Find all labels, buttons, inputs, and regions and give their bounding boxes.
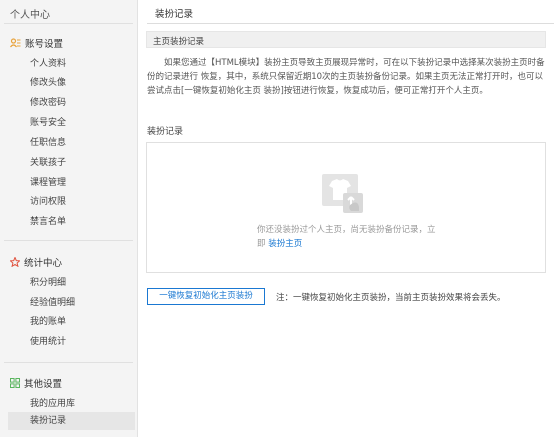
group-account-settings[interactable]: 账号设置 [10,36,63,50]
description-text: 如果您通过【HTML模块】装扮主页导致主页展现异常时，可在以下装扮记录中选择某次… [147,58,545,96]
sidebar-item-app-library[interactable]: 我的应用库 [30,396,75,409]
group-label: 其他设置 [24,379,63,390]
group-other-settings[interactable]: 其他设置 [10,376,62,390]
restore-default-button[interactable]: 一键恢复初始化主页装扮 [147,288,265,305]
user-settings-icon [10,38,21,48]
sidebar-item-security[interactable]: 账号安全 [30,115,66,128]
sidebar-divider [4,23,133,24]
sidebar-item-access[interactable]: 访问权限 [30,194,66,207]
sidebar-item-profile[interactable]: 个人资料 [30,56,66,69]
main-content: 装扮记录 主页装扮记录 如果您通过【HTML模块】装扮主页导致主页展现异常时，可… [139,0,554,437]
sidebar-title: 个人中心 [10,10,50,21]
page-header: 装扮记录 [147,0,554,24]
sidebar-item-bills[interactable]: 我的账单 [30,314,66,327]
sidebar-item-children[interactable]: 关联孩子 [30,155,66,168]
sidebar-divider [4,240,133,241]
sidebar-item-dress-records[interactable]: 装扮记录 [8,412,135,430]
sidebar-item-experience[interactable]: 经验值明细 [30,295,75,308]
dress-homepage-link[interactable]: 装扮主页 [268,239,302,249]
empty-state-message: 你还没装扮过个人主页，尚无装扮备份记录，立即 装扮主页 [257,223,437,251]
grid-icon [10,378,20,388]
sidebar-item-points[interactable]: 积分明细 [30,275,66,288]
records-label: 装扮记录 [147,127,184,137]
sidebar-item-usage[interactable]: 使用统计 [30,334,66,347]
section-title: 主页装扮记录 [153,37,205,47]
sidebar-item-job-info[interactable]: 任职信息 [30,135,66,148]
records-empty-state: 你还没装扮过个人主页，尚无装扮备份记录，立即 装扮主页 [146,142,546,273]
sidebar-item-courses[interactable]: 课程管理 [30,175,66,188]
restore-note: 注：一键恢复初始化主页装扮，当前主页装扮效果将会丢失。 [276,293,506,303]
sidebar-divider [4,362,133,363]
sidebar: 个人中心 账号设置 个人资料 修改头像 修改密码 账号安全 任职信息 关联孩子 … [0,0,138,437]
empty-shirt-icon [322,174,363,213]
group-statistics[interactable]: 统计中心 [10,255,62,269]
sidebar-item-mute-list[interactable]: 禁言名单 [30,214,66,227]
sidebar-item-password[interactable]: 修改密码 [30,95,66,108]
page-title: 装扮记录 [155,9,194,20]
sidebar-item-avatar[interactable]: 修改头像 [30,75,66,88]
section-header: 主页装扮记录 [146,31,546,48]
group-label: 账号设置 [25,39,64,50]
group-label: 统计中心 [24,258,63,269]
star-icon [10,257,20,267]
